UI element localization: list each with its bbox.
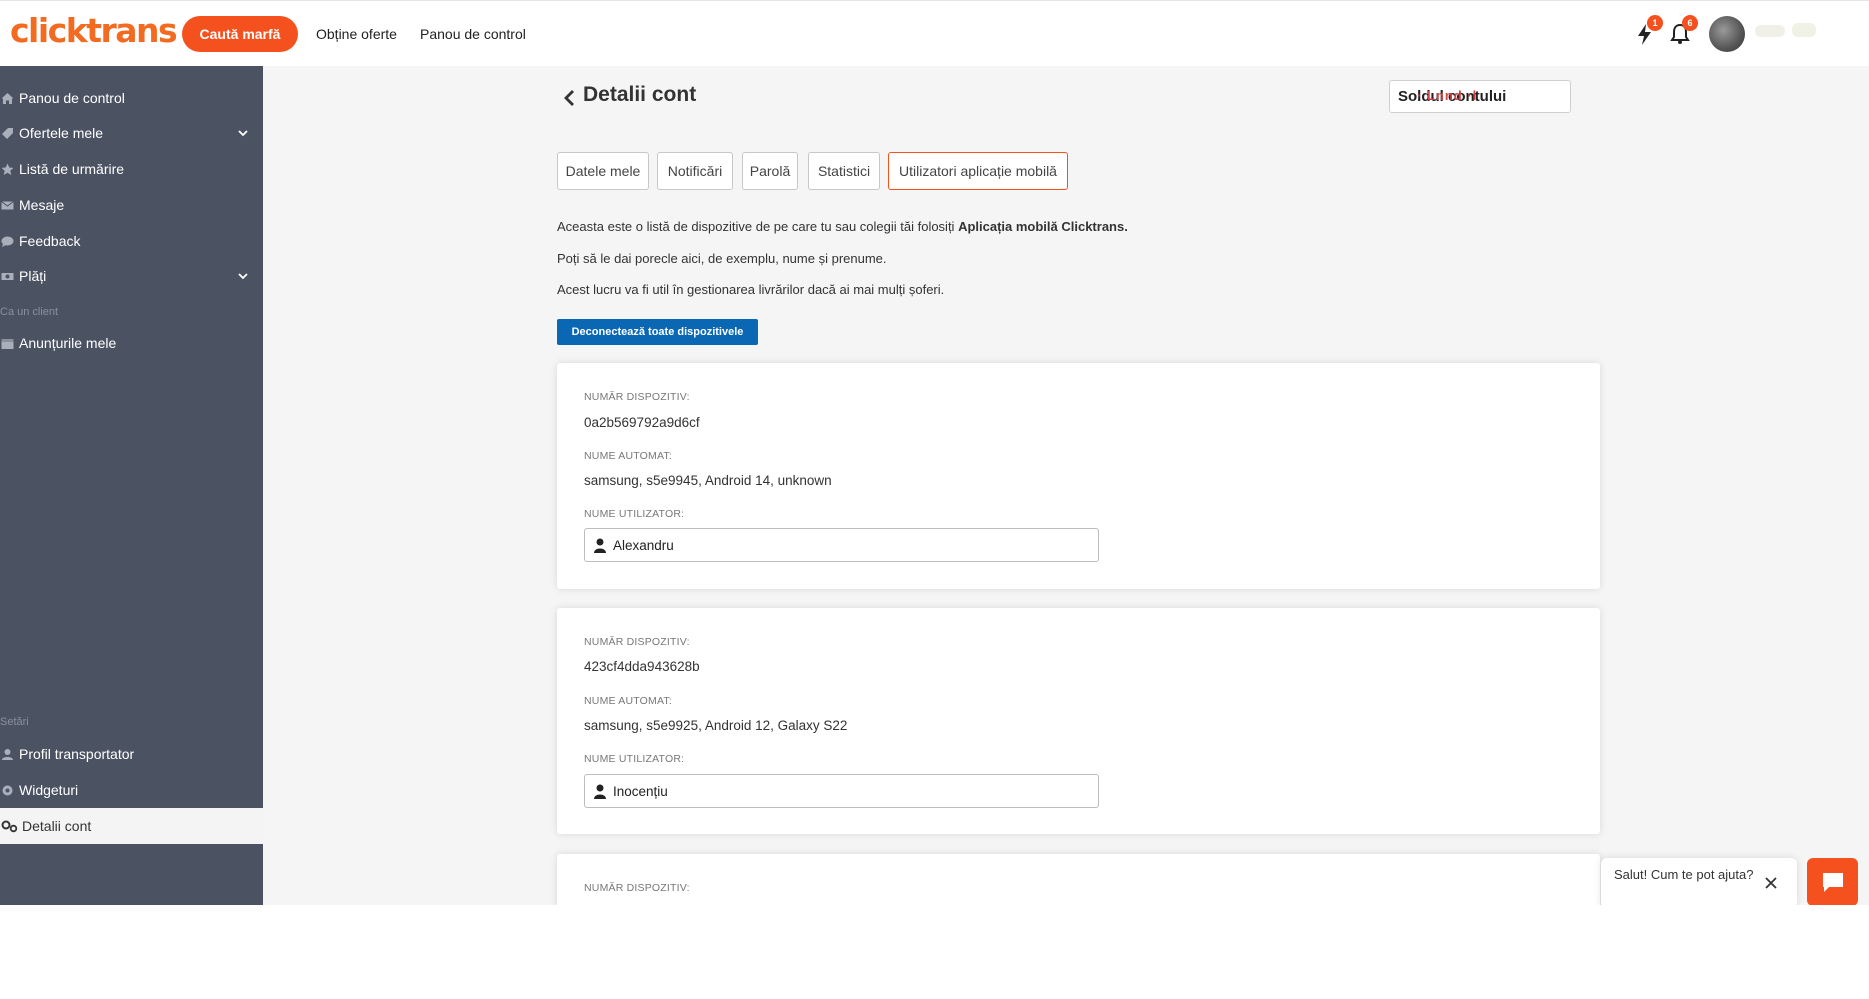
user-name-input[interactable]: Alexandru	[584, 528, 1099, 562]
bottom-blank-area	[0, 905, 1869, 999]
sidebar-item-label: Mesaje	[19, 197, 65, 213]
auto-name-label: NUME AUTOMAT:	[584, 450, 672, 462]
user-name-input[interactable]: Inocențiu	[584, 774, 1099, 808]
lightning-icon[interactable]: 1	[1633, 15, 1663, 47]
sidebar-item-account-details[interactable]: Detalii cont	[0, 808, 263, 844]
chat-button[interactable]	[1807, 858, 1858, 906]
user-icon	[0, 747, 14, 761]
sidebar-item-label: Ofertele mele	[19, 125, 104, 141]
sidebar-item-carrier-profile[interactable]: Profil transportator	[0, 739, 263, 769]
comment-icon	[0, 234, 14, 248]
sidebar-item-label: Anunțurile mele	[19, 335, 117, 351]
sidebar-item-messages[interactable]: Mesaje	[0, 190, 263, 220]
star-icon	[0, 162, 14, 176]
auto-name-value: samsung, s5e9945, Android 14, unknown	[584, 473, 832, 488]
sidebar-item-my-offers[interactable]: Ofertele mele	[0, 118, 263, 148]
device-card: NUMĂR DISPOZITIV: 0a2b569792a9d6cf NUME …	[557, 363, 1600, 589]
widget-icon	[0, 783, 14, 797]
nav-get-offers[interactable]: Obține oferte	[316, 26, 397, 42]
chat-greeting-text: Salut! Cum te pot ajuta?	[1614, 867, 1754, 882]
page-title: Detalii cont	[583, 83, 697, 106]
account-balance[interactable]: Soldul contului · Lnnd ·l	[1389, 80, 1571, 113]
user-icon	[594, 784, 606, 799]
sidebar-item-payments[interactable]: Plăți	[0, 261, 263, 291]
sidebar-item-dashboard[interactable]: Panou de control	[0, 83, 263, 113]
top-header: clicktrans Caută marfă Obține oferte Pan…	[0, 0, 1869, 66]
sidebar-section-settings: Setări	[0, 716, 29, 728]
user-menu-placeholder	[1755, 25, 1785, 37]
device-number-label: NUMĂR DISPOZITIV:	[584, 882, 690, 894]
disconnect-all-devices-button[interactable]: Deconectează toate dispozitivele	[557, 319, 758, 345]
avatar[interactable]	[1709, 16, 1745, 52]
info-line-2: Poți să le dai porecle aici, de exemplu,…	[557, 251, 887, 266]
auto-name-label: NUME AUTOMAT:	[584, 695, 672, 707]
sidebar-item-label: Feedback	[19, 233, 81, 249]
user-name-label: NUME UTILIZATOR:	[584, 753, 685, 765]
tab-mobile-app-users[interactable]: Utilizatori aplicație mobilă	[888, 152, 1068, 190]
money-icon	[0, 269, 14, 283]
sidebar: Panou de control Ofertele mele Listă de …	[0, 66, 263, 905]
app-name: Aplicația mobilă Clicktrans.	[958, 219, 1128, 234]
user-menu-placeholder-2	[1792, 23, 1816, 37]
sidebar-item-feedback[interactable]: Feedback	[0, 226, 263, 256]
device-number-label: NUMĂR DISPOZITIV:	[584, 391, 690, 403]
user-name-value: Alexandru	[613, 538, 674, 553]
device-number-label: NUMĂR DISPOZITIV:	[584, 636, 690, 648]
lightning-badge: 1	[1647, 15, 1663, 31]
sidebar-item-label: Profil transportator	[19, 746, 135, 762]
chevron-down-icon[interactable]	[236, 126, 250, 140]
sidebar-item-label: Detalii cont	[22, 818, 92, 834]
user-name-value: Inocențiu	[613, 784, 668, 799]
balance-value: · Lnnd ·l	[1417, 88, 1478, 103]
tab-my-data[interactable]: Datele mele	[557, 152, 649, 190]
close-icon[interactable]	[1764, 876, 1778, 890]
user-icon	[594, 538, 606, 553]
logo[interactable]: clicktrans	[10, 11, 178, 50]
device-number-value: 0a2b569792a9d6cf	[584, 415, 700, 430]
gears-icon	[0, 819, 18, 833]
user-name-label: NUME UTILIZATOR:	[584, 508, 685, 520]
sidebar-item-widgets[interactable]: Widgeturi	[0, 775, 263, 805]
envelope-icon	[0, 198, 14, 212]
chat-greeting-bubble[interactable]: Salut! Cum te pot ajuta?	[1601, 858, 1797, 908]
sidebar-item-label: Panou de control	[19, 90, 125, 106]
home-icon	[0, 91, 14, 105]
tab-password[interactable]: Parolă	[742, 152, 798, 190]
sidebar-section-client: Ca un client	[0, 306, 59, 318]
chevron-down-icon[interactable]	[236, 269, 250, 283]
tab-statistics[interactable]: Statistici	[808, 152, 880, 190]
bell-badge: 6	[1682, 15, 1698, 31]
auto-name-value: samsung, s5e9925, Android 12, Galaxy S22	[584, 718, 848, 733]
sidebar-item-label: Widgeturi	[19, 782, 79, 798]
search-cargo-button[interactable]: Caută marfă	[182, 16, 298, 52]
info-line-1: Aceasta este o listă de dispozitive de p…	[557, 219, 1128, 234]
tag-icon	[0, 126, 14, 140]
sidebar-item-label: Plăți	[19, 268, 47, 284]
sidebar-item-watchlist[interactable]: Listă de urmărire	[0, 154, 263, 184]
chat-icon	[1823, 873, 1843, 892]
bell-icon[interactable]: 6	[1668, 15, 1698, 47]
tab-notifications[interactable]: Notificări	[657, 152, 733, 190]
device-card: NUMĂR DISPOZITIV: 423cf4dda943628b NUME …	[557, 608, 1600, 834]
nav-dashboard[interactable]: Panou de control	[420, 26, 526, 42]
sidebar-item-label: Listă de urmărire	[19, 161, 125, 177]
back-chevron-icon[interactable]	[562, 88, 576, 108]
info-line-3: Acest lucru va fi util în gestionarea li…	[557, 282, 945, 297]
sidebar-item-my-ads[interactable]: Anunțurile mele	[0, 328, 263, 358]
calendar-icon	[0, 336, 14, 350]
device-number-value: 423cf4dda943628b	[584, 659, 700, 674]
